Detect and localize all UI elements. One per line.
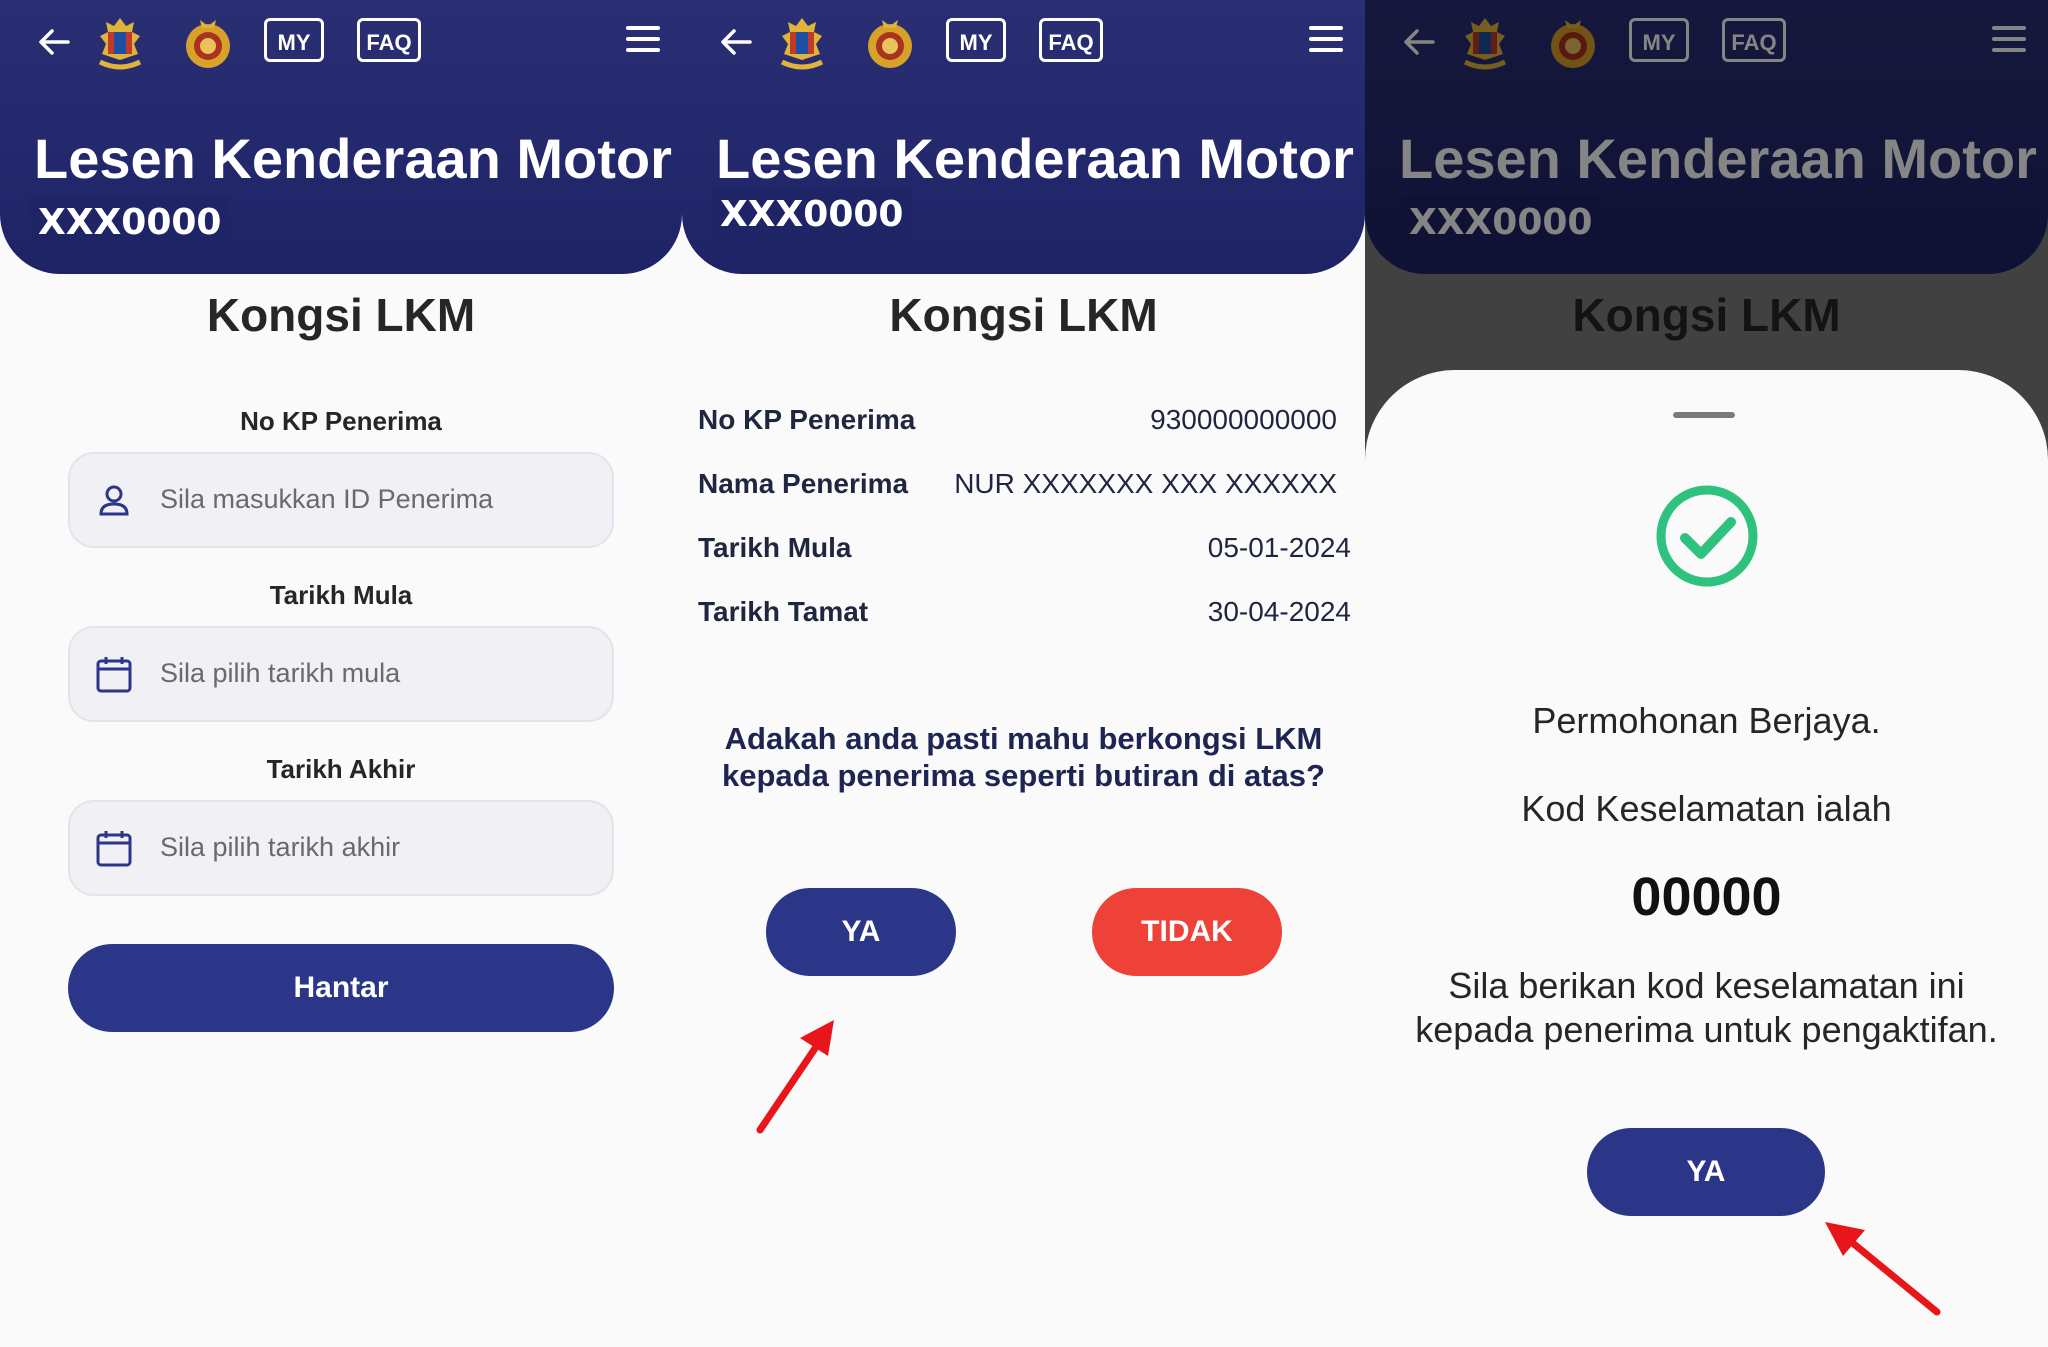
faq-button[interactable]: FAQ: [1039, 18, 1103, 62]
detail-value: 30-04-2024: [1207, 596, 1351, 627]
annotation-arrow-icon: [1825, 1222, 1941, 1316]
annotation-arrow-icon: [756, 1020, 834, 1134]
start-date-placeholder: Sila pilih tarikh mula: [160, 658, 401, 688]
check-circle-icon: [1656, 485, 1758, 587]
confirm-question-line2: kepada penerima seperti butiran di atas?: [722, 758, 1325, 793]
person-icon: [99, 485, 129, 516]
success-message: Permohonan Berjaya.: [1532, 700, 1881, 741]
recipient-id-placeholder: Sila masukkan ID Penerima: [160, 484, 494, 514]
instruction-text: Sila berikan kod keselamatan ini kepada …: [1365, 964, 2048, 1052]
detail-label: No KP Penerima: [698, 404, 916, 435]
submit-button[interactable]: Hantar: [68, 944, 614, 1032]
vehicle-plate: XXX0000: [712, 188, 912, 241]
share-form-screen: MY FAQ Lesen Kenderaan Motor XXX0000 Kon…: [0, 0, 682, 1347]
recipient-id-input[interactable]: Sila masukkan ID Penerima: [68, 452, 614, 548]
malaysia-coat-of-arms-icon: [98, 18, 142, 70]
hamburger-menu-icon[interactable]: [1309, 26, 1343, 54]
success-bottom-sheet: Permohonan Berjaya. Kod Keselamatan iala…: [1365, 370, 2048, 1347]
confirm-ok-button[interactable]: YA: [1587, 1128, 1825, 1216]
malaysia-coat-of-arms-icon: [780, 18, 824, 70]
calendar-icon: [96, 657, 132, 693]
confirm-question-line1: Adakah anda pasti mahu berkongsi LKM: [724, 721, 1323, 756]
faq-button[interactable]: FAQ: [357, 18, 421, 62]
hamburger-menu-icon[interactable]: [626, 26, 660, 54]
end-date-label: Tarikh Akhir: [266, 754, 416, 784]
recipient-id-label: No KP Penerima: [240, 406, 442, 436]
detail-row: Tarikh Mula 05-01-2024: [698, 532, 1351, 572]
end-date-input[interactable]: Sila pilih tarikh akhir: [68, 800, 614, 896]
app-header: MY FAQ Lesen Kenderaan Motor XXX0000: [0, 0, 682, 274]
detail-value: NUR XXXXXXX XXX XXXXXX: [954, 468, 1337, 499]
back-arrow-icon[interactable]: [716, 22, 756, 62]
header-title: Lesen Kenderaan Motor: [34, 127, 672, 190]
sheet-drag-handle[interactable]: [1673, 412, 1735, 418]
jpj-emblem-icon: [186, 20, 230, 68]
detail-value: 05-01-2024: [1207, 532, 1351, 563]
my-language-tag[interactable]: MY: [946, 18, 1006, 62]
jpj-emblem-icon: [868, 20, 912, 68]
share-success-screen: MY FAQ Lesen Kenderaan Motor XXX0000 Kon…: [1365, 0, 2048, 1347]
app-header: MY FAQ Lesen Kenderaan Motor XXX0000: [682, 0, 1365, 274]
my-language-tag[interactable]: MY: [264, 18, 324, 62]
page-title: Kongsi LKM: [206, 289, 476, 341]
yes-button[interactable]: YA: [766, 888, 956, 976]
confirm-share-screen: MY FAQ Lesen Kenderaan Motor XXX0000 Kon…: [682, 0, 1365, 1347]
detail-label: Tarikh Mula: [698, 532, 852, 563]
back-arrow-icon[interactable]: [34, 22, 74, 62]
calendar-icon: [96, 831, 132, 867]
confirm-question: Adakah anda pasti mahu berkongsi LKM kep…: [682, 720, 1365, 794]
start-date-label: Tarikh Mula: [269, 580, 413, 610]
header-title: Lesen Kenderaan Motor: [716, 127, 1354, 190]
detail-value: 930000000000: [1150, 404, 1337, 435]
instruction-line1: Sila berikan kod keselamatan ini: [1448, 965, 1965, 1006]
detail-label: Nama Penerima: [698, 468, 909, 499]
detail-row: Nama Penerima NUR XXXXXXX XXX XXXXXX: [698, 468, 1351, 508]
detail-row: Tarikh Tamat 30-04-2024: [698, 596, 1351, 636]
page-title: Kongsi LKM: [889, 289, 1158, 341]
detail-row: No KP Penerima 930000000000: [698, 404, 1351, 444]
start-date-input[interactable]: Sila pilih tarikh mula: [68, 626, 614, 722]
security-code: 00000: [1631, 867, 1782, 927]
detail-label: Tarikh Tamat: [698, 596, 869, 627]
no-button[interactable]: TIDAK: [1092, 888, 1282, 976]
vehicle-plate: XXX0000: [30, 196, 230, 249]
security-code-label: Kod Keselamatan ialah: [1521, 788, 1892, 829]
end-date-placeholder: Sila pilih tarikh akhir: [160, 832, 401, 862]
instruction-line2: kepada penerima untuk pengaktifan.: [1415, 1009, 1998, 1050]
